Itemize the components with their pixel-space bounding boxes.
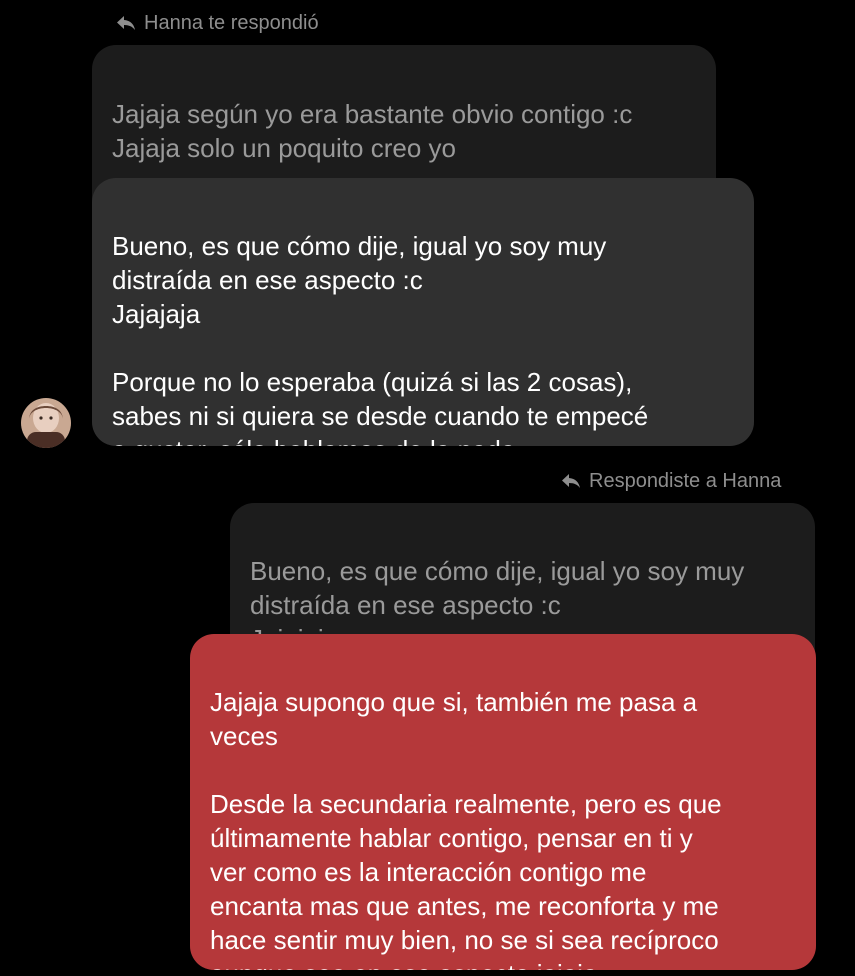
outgoing-message-bubble[interactable]: Jajaja supongo que si, también me pasa a… — [190, 634, 816, 970]
incoming-message-bubble[interactable]: Bueno, es que cómo dije, igual yo soy mu… — [92, 178, 754, 446]
outgoing-message-text: Jajaja supongo que si, también me pasa a… — [210, 687, 722, 970]
reply-arrow-icon — [116, 15, 136, 31]
outgoing-reply-header: Respondiste a Hanna — [561, 469, 781, 493]
contact-avatar[interactable] — [21, 398, 71, 448]
incoming-reply-label: Hanna te respondió — [144, 12, 319, 34]
reply-arrow-icon — [561, 473, 581, 489]
outgoing-reply-label: Respondiste a Hanna — [589, 470, 782, 492]
incoming-reply-header: Hanna te respondió — [116, 11, 319, 35]
incoming-message-text: Bueno, es que cómo dije, igual yo soy mu… — [112, 231, 649, 446]
